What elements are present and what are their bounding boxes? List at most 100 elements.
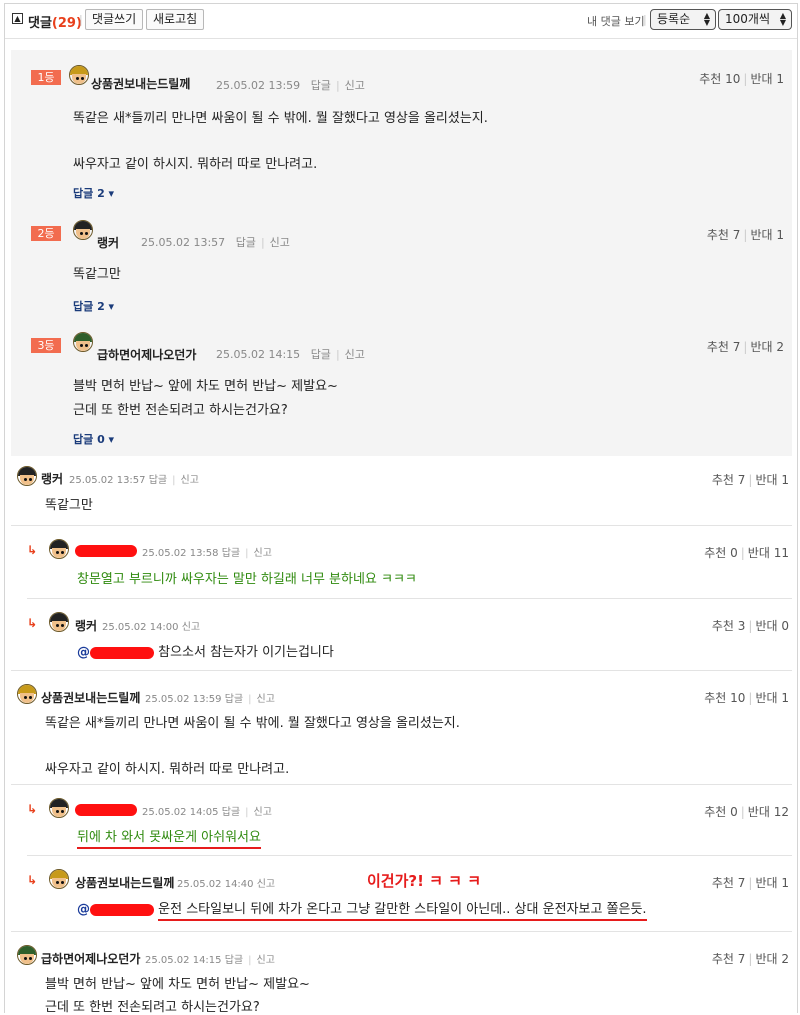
reply-link[interactable]: 답글 xyxy=(225,955,243,966)
collapse-toggle-icon[interactable]: ▲ xyxy=(12,13,23,24)
replies-toggle[interactable]: 답글 2 ▾ xyxy=(73,298,114,314)
avatar-icon xyxy=(17,466,37,486)
downvote-label[interactable]: 반대 xyxy=(755,952,777,966)
red-annotation: 이건가?! ㅋ ㅋ ㅋ xyxy=(367,872,482,890)
report-link[interactable]: 신고 xyxy=(345,348,365,361)
avatar-icon xyxy=(49,798,69,818)
downvote-count: 1 xyxy=(776,72,784,86)
upvote-label[interactable]: 추천 xyxy=(712,952,734,966)
downvote-count: 1 xyxy=(781,876,789,890)
upvote-count: 7 xyxy=(737,952,746,966)
upvote-label[interactable]: 추천 xyxy=(707,340,729,354)
reply-arrow-icon: ↳ xyxy=(27,873,38,887)
nickname[interactable]: 급하면어제나오던가 xyxy=(97,346,196,363)
report-link[interactable]: 신고 xyxy=(345,79,365,92)
underlined-text: 운전 스타일보니 뒤에 차가 온다고 그냥 갈만한 스타일이 아닌데.. 상대 … xyxy=(158,902,647,921)
page-size-select[interactable]: 100개씩 ▲ ▼ xyxy=(718,9,792,30)
downvote-label[interactable]: 반대 xyxy=(755,876,777,890)
upvote-label[interactable]: 추천 xyxy=(704,546,726,560)
report-link[interactable]: 신고 xyxy=(257,879,275,890)
nickname[interactable]: 급하면어제나오던가 xyxy=(41,950,140,967)
reply-link[interactable]: 답글 xyxy=(149,475,167,486)
nickname[interactable]: 랭커 xyxy=(75,617,97,634)
upvote-count: 3 xyxy=(737,619,746,633)
my-comments-link[interactable]: 내 댓글 보기 xyxy=(587,13,645,29)
comment-text: @ 운전 스타일보니 뒤에 차가 온다고 그냥 갈만한 스타일이 아닌데.. 상… xyxy=(77,898,647,921)
mention[interactable]: @ xyxy=(77,645,90,660)
upvote-label[interactable]: 추천 xyxy=(712,619,734,633)
reply-link[interactable]: 답글 xyxy=(236,236,256,249)
vote-box: 추천 7 | 반대 1 xyxy=(706,228,784,242)
comment-text: 똑같그만 xyxy=(45,498,93,513)
select-arrow-icon: ▲ ▼ xyxy=(703,11,710,27)
mention[interactable]: @ xyxy=(77,902,90,917)
replies-toggle[interactable]: 답글 2 ▾ xyxy=(73,185,114,201)
nickname[interactable]: 랭커 xyxy=(41,470,63,487)
vote-box: 추천 0 | 반대 11 xyxy=(704,546,789,560)
page-size-select-value: 100개씩 xyxy=(725,12,770,26)
avatar-icon xyxy=(49,869,69,889)
best-comments: 1등 상품권보내는드릴께 25.05.02 13:59 답글 | 신고 추천 10 |… xyxy=(11,50,792,456)
upvote-label[interactable]: 추천 xyxy=(707,228,729,242)
report-link[interactable]: 신고 xyxy=(254,807,272,818)
comment-meta: 25.05.02 13:59 답글 | 신고 xyxy=(145,694,275,705)
timestamp: 25.05.02 14:05 xyxy=(142,807,219,818)
comment-meta: 25.05.02 13:57 답글 | 신고 xyxy=(141,236,290,249)
comment: 랭커 25.05.02 13:57 답글 | 신고 추천 7 | 반대 1 똑같그만 xyxy=(5,459,797,529)
downvote-label[interactable]: 반대 xyxy=(748,805,770,819)
write-comment-button[interactable]: 댓글쓰기 xyxy=(85,9,144,30)
timestamp: 25.05.02 14:40 xyxy=(177,879,254,890)
avatar-icon xyxy=(73,332,93,352)
reply-link[interactable]: 답글 xyxy=(311,348,331,361)
downvote-label[interactable]: 반대 xyxy=(748,546,770,560)
divider xyxy=(27,855,792,856)
nickname[interactable]: 상품권보내는드릴께 xyxy=(91,75,190,92)
downvote-count: 2 xyxy=(781,952,789,966)
upvote-label[interactable]: 추천 xyxy=(712,876,734,890)
vote-box: 추천 3 | 반대 0 xyxy=(711,619,789,633)
downvote-label[interactable]: 반대 xyxy=(750,228,772,242)
nickname[interactable]: 상품권보내는드릴께 xyxy=(41,689,140,706)
comment-text: 똑같은 새*들끼리 만나면 싸움이 될 수 밖에. 뭘 잘했다고 영상을 올리셨… xyxy=(73,111,488,126)
replies-toggle[interactable]: 답글 0 ▾ xyxy=(73,431,114,447)
upvote-label[interactable]: 추천 xyxy=(699,72,721,86)
select-arrow-icon: ▲ ▼ xyxy=(779,11,786,27)
comment-text: 똑같은 새*들끼리 만나면 싸움이 될 수 밖에. 뭘 잘했다고 영상을 올리셨… xyxy=(45,716,460,731)
upvote-label[interactable]: 추천 xyxy=(712,473,734,487)
report-link[interactable]: 신고 xyxy=(257,955,275,966)
upvote-label[interactable]: 추천 xyxy=(704,805,726,819)
divider xyxy=(11,931,792,932)
reply-link[interactable]: 답글 xyxy=(225,694,243,705)
downvote-label[interactable]: 반대 xyxy=(755,619,777,633)
upvote-count: 7 xyxy=(732,228,741,242)
comment-text: 블박 면허 반납~ 앞에 차도 면허 반납~ 제발요~ xyxy=(73,379,338,394)
report-link[interactable]: 신고 xyxy=(181,475,199,486)
comment-meta: 25.05.02 14:00 신고 xyxy=(102,618,200,633)
report-link[interactable]: 신고 xyxy=(270,236,290,249)
downvote-label[interactable]: 반대 xyxy=(750,72,772,86)
timestamp: 25.05.02 14:00 xyxy=(102,622,179,633)
comment-meta: 25.05.02 14:05 답글 | 신고 xyxy=(142,807,272,818)
report-link[interactable]: 신고 xyxy=(254,548,272,559)
downvote-count: 0 xyxy=(781,619,789,633)
report-link[interactable]: 신고 xyxy=(182,622,200,633)
reply-link[interactable]: 답글 xyxy=(222,807,240,818)
avatar-icon xyxy=(49,612,69,632)
sort-select[interactable]: 등록순 ▲ ▼ xyxy=(650,9,716,30)
upvote-label[interactable]: 추천 xyxy=(704,691,726,705)
redacted-mention xyxy=(90,903,154,916)
upvote-count: 0 xyxy=(730,546,738,560)
reply-link[interactable]: 답글 xyxy=(311,79,331,92)
timestamp: 25.05.02 14:15 xyxy=(145,955,222,966)
refresh-button[interactable]: 새로고침 xyxy=(146,9,205,30)
comment-header: ▲ 댓글(29) | 댓글쓰기 새로고침 내 댓글 보기 | 등록순 ▲ ▼ 100… xyxy=(5,4,797,39)
reply-link[interactable]: 답글 xyxy=(222,548,240,559)
downvote-label[interactable]: 반대 xyxy=(755,691,777,705)
nickname[interactable]: 상품권보내는드릴께 xyxy=(75,874,174,891)
report-link[interactable]: 신고 xyxy=(257,694,275,705)
nickname[interactable]: 랭커 xyxy=(97,234,119,251)
downvote-label[interactable]: 반대 xyxy=(750,340,772,354)
comment-text: 싸우자고 같이 하시지. 뭐하러 따로 만나려고. xyxy=(45,762,290,777)
downvote-label[interactable]: 반대 xyxy=(755,473,777,487)
divider xyxy=(11,525,792,526)
